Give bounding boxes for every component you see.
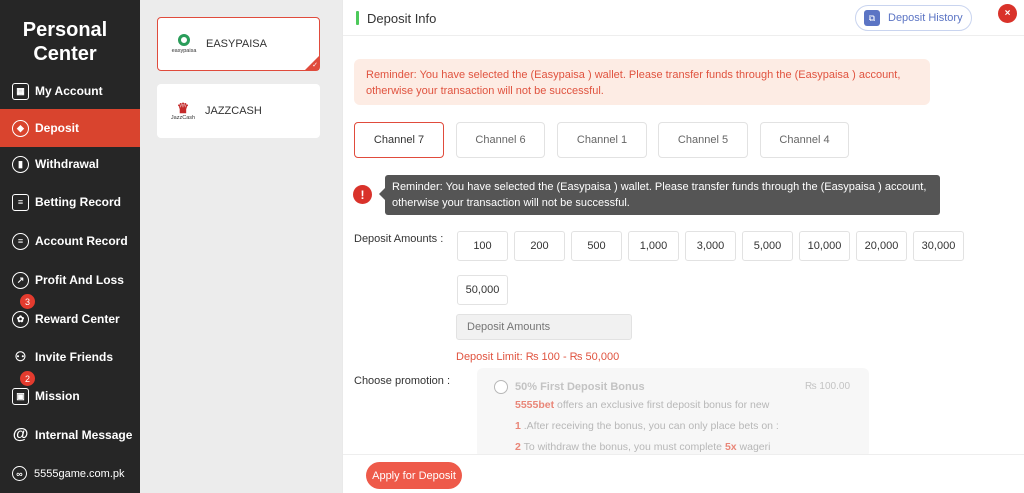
easypaisa-logo-icon: easypaisa: [168, 28, 200, 60]
link-icon: ∞: [12, 466, 27, 481]
amount-option[interactable]: 100: [457, 231, 508, 261]
amount-option[interactable]: 1,000: [628, 231, 679, 261]
deposit-amounts-label: Deposit Amounts :: [354, 233, 444, 245]
amount-option[interactable]: 200: [514, 231, 565, 261]
deposit-icon: ◆: [12, 119, 29, 137]
wallet-easypaisa[interactable]: easypaisa EASYPAISA ✓: [157, 17, 320, 71]
channel-1-button[interactable]: Channel 1: [557, 122, 647, 158]
selected-check-icon: ✓: [305, 56, 319, 70]
reminder-banner: Reminder: You have selected the (Easypai…: [354, 59, 930, 105]
warning-icon[interactable]: !: [353, 185, 372, 204]
sidebar-item-withdrawal[interactable]: ▮ Withdrawal: [0, 145, 140, 183]
amount-option[interactable]: 10,000: [799, 231, 850, 261]
promotion-rule-1: 1 .After receiving the bonus, you can on…: [515, 420, 779, 432]
withdrawal-icon: ▮: [12, 155, 29, 173]
sidebar-item-internal-message[interactable]: @ Internal Message: [0, 416, 140, 454]
promotion-card[interactable]: 50% First Deposit Bonus ₨ 100.00 5555bet…: [477, 368, 869, 458]
history-icon: ⧉: [864, 10, 880, 26]
site-link[interactable]: ∞ 5555game.com.pk: [12, 466, 125, 481]
promotion-radio[interactable]: [494, 380, 508, 394]
promotion-title: 50% First Deposit Bonus: [515, 381, 645, 393]
sidebar-item-reward-center[interactable]: ✿ 3 Reward Center: [0, 294, 140, 338]
apply-for-deposit-button[interactable]: Apply for Deposit: [366, 462, 462, 489]
amount-option[interactable]: 20,000: [856, 231, 907, 261]
reward-badge: 3: [20, 294, 35, 309]
sidebar-item-mission[interactable]: ▣ 2 Mission: [0, 371, 140, 415]
deposit-history-button[interactable]: ⧉ Deposit History: [855, 5, 972, 31]
reward-icon: ✿: [12, 310, 29, 328]
wallet-list: easypaisa EASYPAISA ✓ ♛ JazzCash JAZZCAS…: [140, 0, 342, 493]
sidebar-item-betting-record[interactable]: ≡ Betting Record: [0, 183, 140, 221]
panel-header: Deposit Info ⧉ Deposit History: [343, 0, 1024, 36]
profit-loss-icon: ↗: [12, 271, 29, 289]
betting-record-icon: ≡: [12, 193, 29, 211]
deposit-panel: Deposit Info ⧉ Deposit History × Reminde…: [343, 0, 1024, 493]
reminder-tooltip: Reminder: You have selected the (Easypai…: [379, 175, 940, 215]
sidebar-item-deposit[interactable]: ◆ Deposit: [0, 109, 140, 147]
sidebar-item-invite-friends[interactable]: ⚇ Invite Friends: [0, 338, 140, 376]
action-bar: Apply for Deposit: [343, 454, 1024, 493]
channel-5-button[interactable]: Channel 5: [658, 122, 748, 158]
mission-badge: 2: [20, 371, 35, 386]
channel-4-button[interactable]: Channel 4: [760, 122, 849, 158]
at-sign-icon: @: [12, 426, 29, 443]
amount-option[interactable]: 3,000: [685, 231, 736, 261]
amount-option[interactable]: 50,000: [457, 275, 508, 305]
close-button[interactable]: ×: [998, 4, 1017, 23]
channel-7-button[interactable]: Channel 7: [354, 122, 444, 158]
deposit-limit-text: Deposit Limit: ₨ 100 - ₨ 50,000: [456, 351, 620, 363]
amount-option[interactable]: 30,000: [913, 231, 964, 261]
sidebar-item-profit-loss[interactable]: ↗ Profit And Loss: [0, 261, 140, 299]
deposit-amount-input[interactable]: [456, 314, 632, 340]
sidebar-item-account-record[interactable]: ≡ Account Record: [0, 222, 140, 260]
promotion-rule-2: 2 To withdraw the bonus, you must comple…: [515, 441, 771, 453]
title-accent-bar: [356, 11, 359, 25]
gift-icon: ▣: [12, 387, 29, 405]
sidebar: Personal Center ▦ My Account ◆ Deposit ▮…: [0, 0, 140, 493]
sidebar-item-my-account[interactable]: ▦ My Account: [0, 72, 140, 110]
jazzcash-logo-icon: ♛ JazzCash: [170, 100, 196, 121]
choose-promotion-label: Choose promotion :: [354, 375, 450, 387]
wallet-jazzcash[interactable]: ♛ JazzCash JAZZCASH: [157, 84, 320, 138]
page-title: Deposit Info: [367, 11, 437, 26]
promotion-desc: 5555bet offers an exclusive first deposi…: [515, 399, 770, 411]
promotion-amount: ₨ 100.00: [805, 381, 851, 392]
account-record-icon: ≡: [12, 232, 29, 250]
amount-option[interactable]: 500: [571, 231, 622, 261]
amount-option[interactable]: 5,000: [742, 231, 793, 261]
invite-icon: ⚇: [14, 349, 27, 364]
sidebar-title: Personal Center: [22, 19, 108, 65]
channel-6-button[interactable]: Channel 6: [456, 122, 545, 158]
account-icon: ▦: [12, 82, 29, 100]
